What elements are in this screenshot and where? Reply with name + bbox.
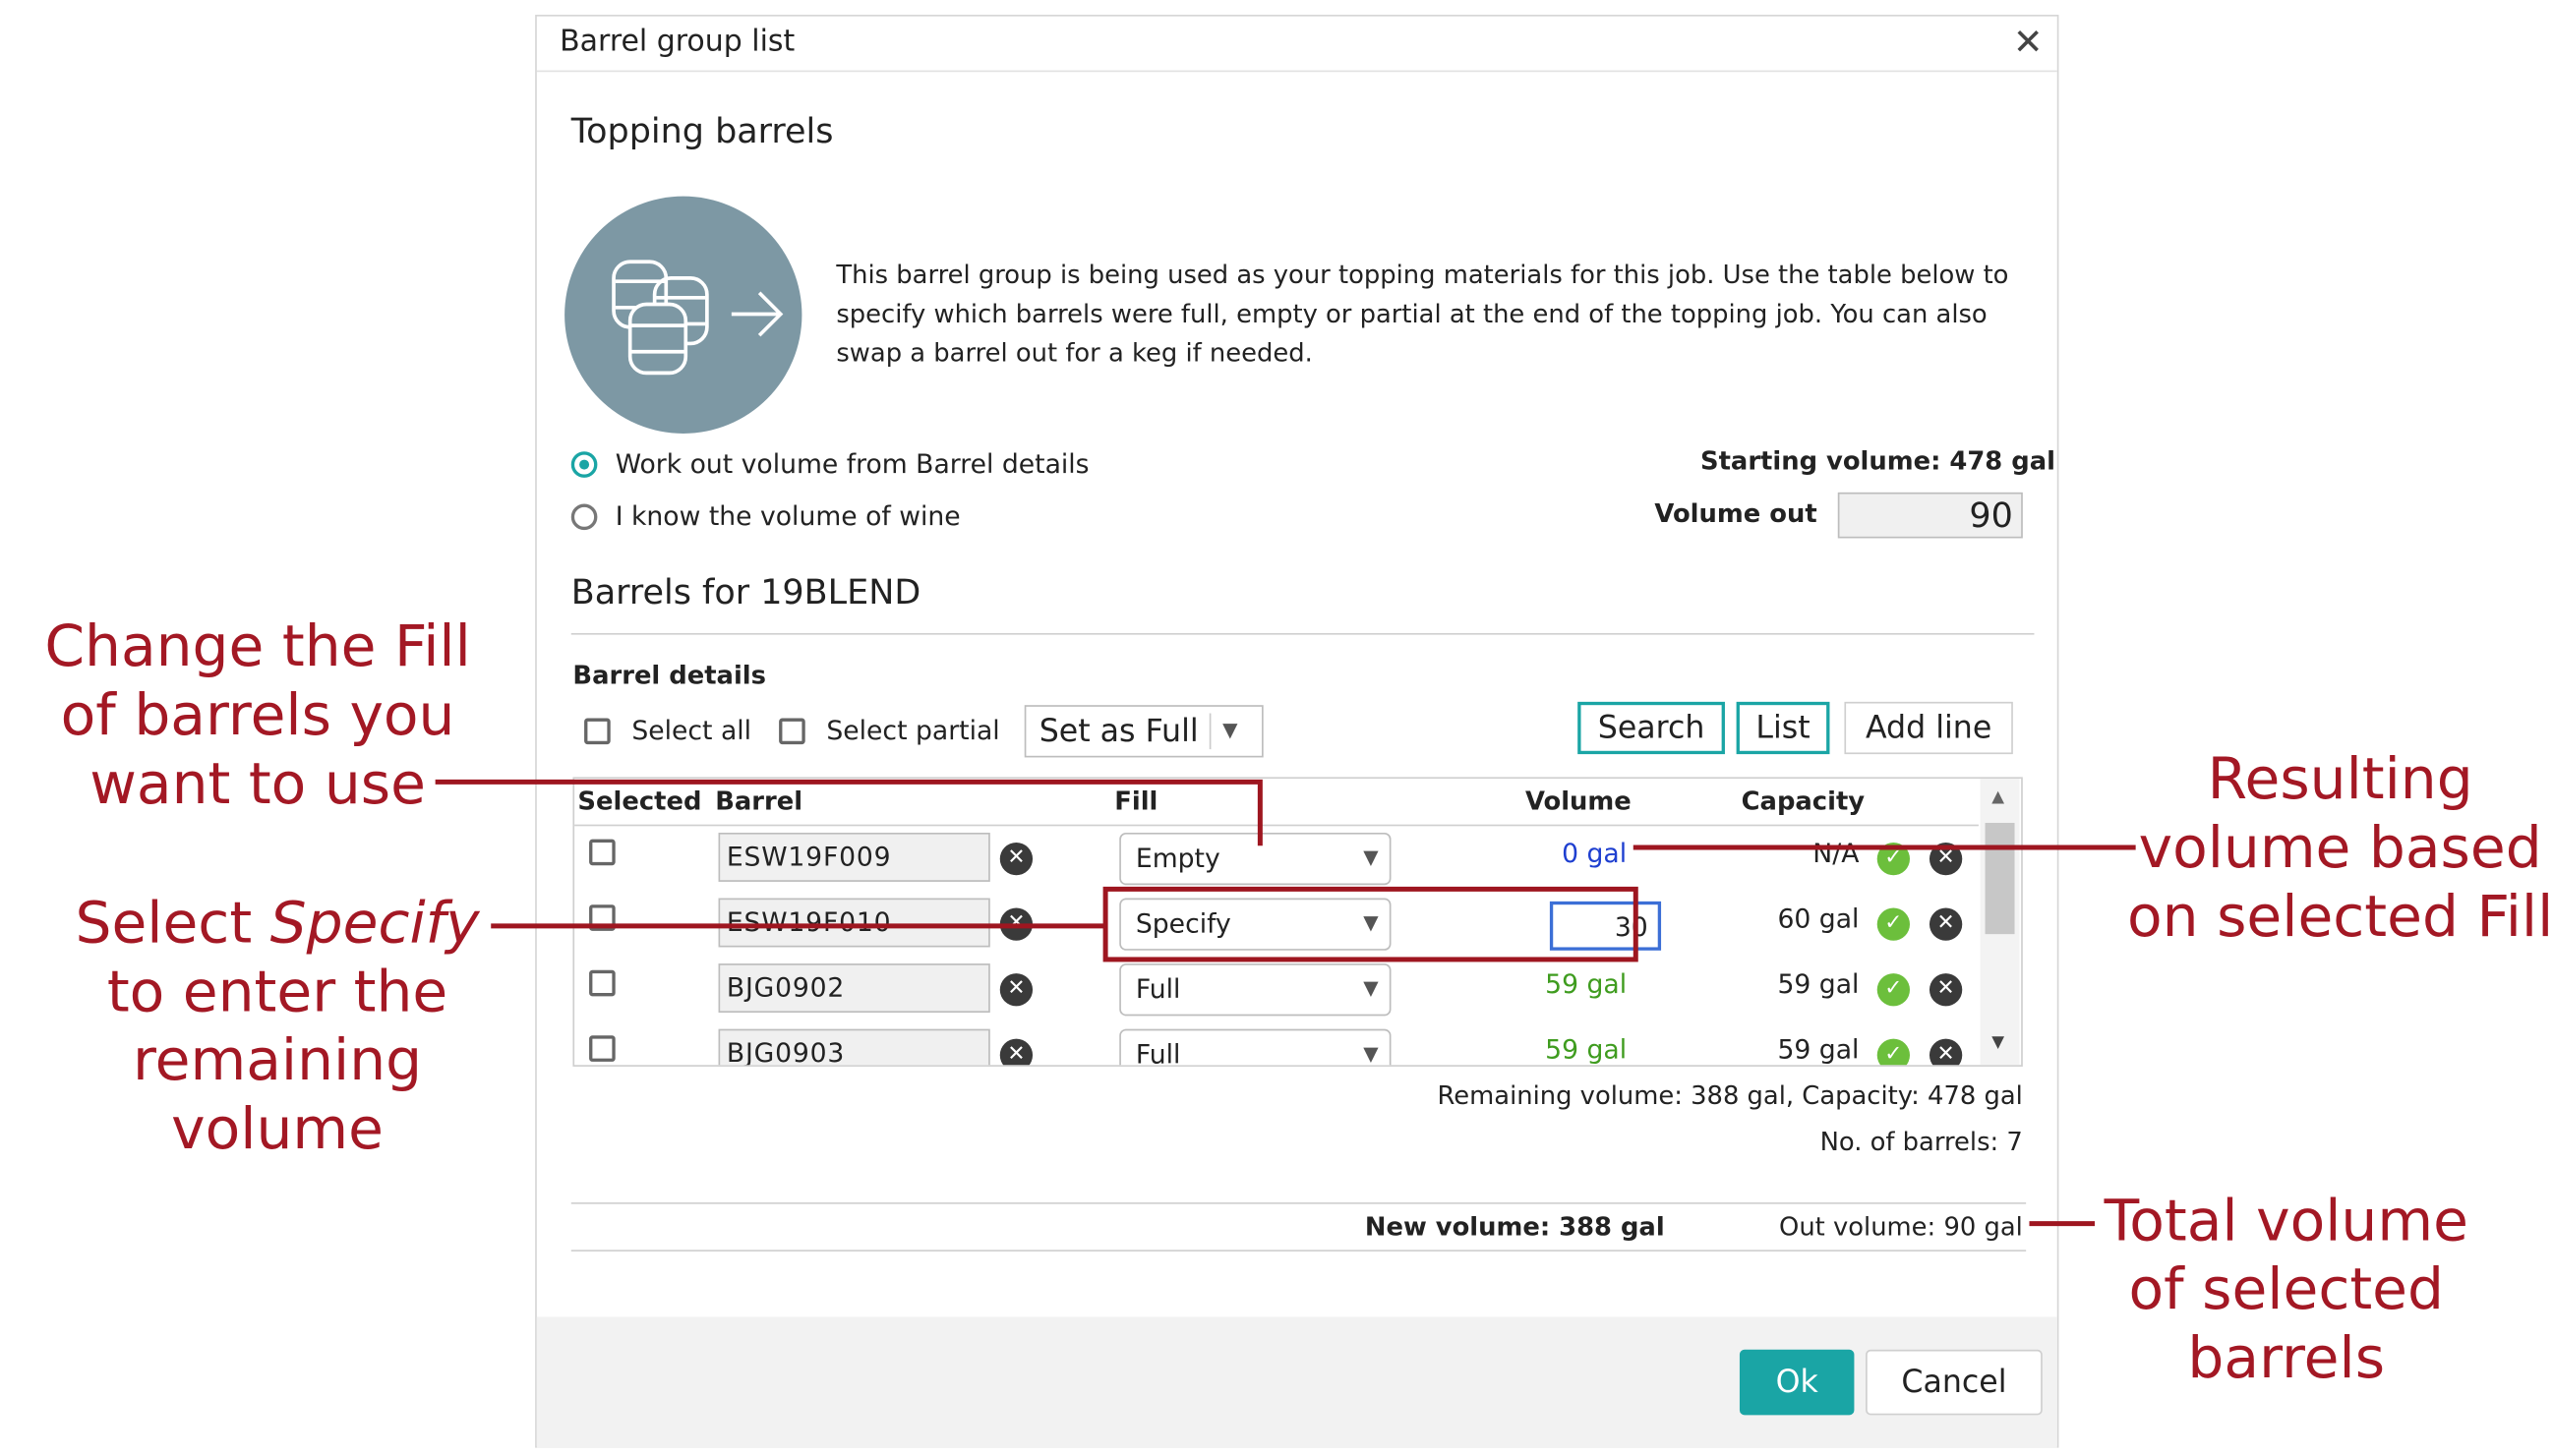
annotation-select-specify: Select Specify to enter the remaining vo… [75, 891, 480, 1164]
annotation-resulting-volume: Resulting volume based on selected Fill [2127, 747, 2553, 951]
annotation-total-volume: Total volume of selected barrels [2104, 1189, 2468, 1393]
annotation-change-fill: Change the Fill of barrels you want to u… [44, 614, 471, 818]
